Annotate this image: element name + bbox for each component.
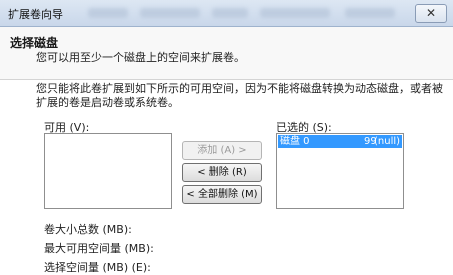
description-text: 您只能将此卷扩展到如下所示的可用空间，因为不能将磁盘转换为动态磁盘，或者被扩展的… <box>36 82 443 109</box>
select-space-label: 选择空间量 (MB) (E): <box>44 261 151 274</box>
blurred-region <box>88 8 128 18</box>
remove-button[interactable]: < 删除 (R) <box>182 163 262 182</box>
disk-name: 磁盘 0 <box>280 136 310 147</box>
close-icon: ✕ <box>425 6 437 20</box>
close-button[interactable]: ✕ <box>415 4 447 23</box>
list-item[interactable]: 磁盘 0 99 (null) <box>278 135 402 148</box>
disk-info: (null) <box>374 136 401 147</box>
blurred-region <box>260 8 330 18</box>
blurred-region <box>345 8 395 18</box>
add-button[interactable]: 添加 (A) > <box>182 141 262 160</box>
blurred-region <box>140 8 200 18</box>
total-size-label: 卷大小总数 (MB): <box>44 223 132 236</box>
selected-disks-list[interactable]: 磁盘 0 99 (null) <box>276 133 404 209</box>
remove-all-button[interactable]: < 全部删除 (M) <box>182 185 262 204</box>
title-bar: 扩展卷向导 ✕ <box>0 0 453 27</box>
page-subtitle: 您可以用至少一个磁盘上的空间来扩展卷。 <box>36 51 245 64</box>
max-space-label: 最大可用空间量 (MB): <box>44 242 154 255</box>
wizard-header: 选择磁盘 您可以用至少一个磁盘上的空间来扩展卷。 <box>0 27 453 80</box>
blurred-region <box>212 8 248 18</box>
window-title: 扩展卷向导 <box>8 8 63 21</box>
available-disks-list[interactable] <box>44 133 172 209</box>
